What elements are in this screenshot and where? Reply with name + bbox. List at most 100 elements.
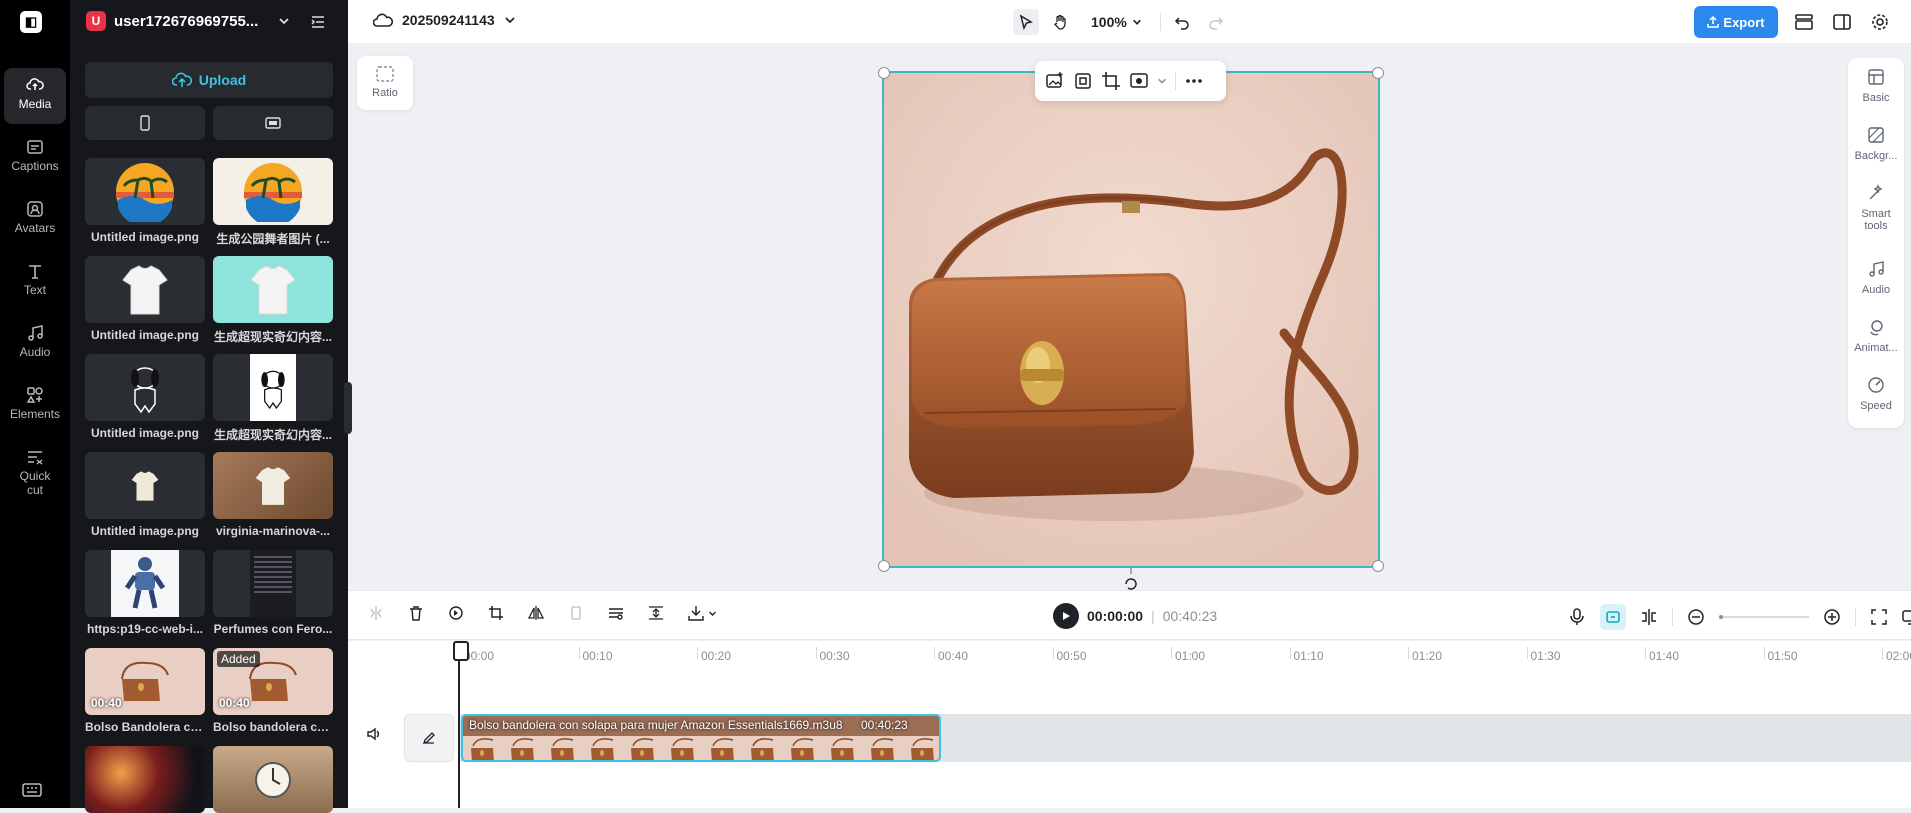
track-edit-button[interactable]: [404, 714, 454, 762]
media-thumbnail[interactable]: [85, 354, 205, 421]
track-mute-icon[interactable]: [366, 726, 382, 742]
panel-item-background[interactable]: Backgr...: [1848, 126, 1904, 162]
fit-frame-icon[interactable]: [1073, 71, 1093, 91]
zoom-slider-knob[interactable]: [1719, 615, 1723, 619]
media-item[interactable]: 生成公园舞者图片 (...: [213, 158, 333, 247]
media-item[interactable]: virginia-marinova-...: [213, 452, 333, 538]
rail-item-quick-cut[interactable]: Quick cut: [4, 440, 66, 497]
freeze-frame-icon[interactable]: [568, 605, 584, 621]
split-view-icon[interactable]: [1640, 608, 1658, 626]
media-thumbnail[interactable]: [85, 158, 205, 225]
resize-handle-bottom-left[interactable]: [878, 560, 890, 572]
playhead[interactable]: [453, 641, 469, 808]
microphone-icon[interactable]: [1568, 608, 1586, 626]
resize-handle-bottom-right[interactable]: [1372, 560, 1384, 572]
split-icon[interactable]: [368, 605, 384, 621]
rail-item-audio[interactable]: Audio: [4, 316, 66, 372]
undo-button[interactable]: [1169, 9, 1195, 35]
layers-icon[interactable]: [1794, 12, 1814, 32]
music-note-icon: [28, 325, 43, 341]
media-item[interactable]: 生成超现实奇幻内容...: [213, 354, 333, 443]
preview-canvas[interactable]: [882, 71, 1380, 568]
crop-icon[interactable]: [488, 605, 504, 621]
rail-item-text[interactable]: Text: [4, 254, 66, 310]
media-item[interactable]: Perfumes con Fero...: [213, 550, 333, 636]
ruler-label: 01:20: [1412, 649, 1443, 663]
flip-icon[interactable]: [528, 605, 544, 621]
upload-button[interactable]: Upload: [85, 62, 333, 98]
media-item[interactable]: Untitled image.png: [85, 256, 205, 342]
zoom-out-icon[interactable]: [1687, 608, 1705, 626]
media-item[interactable]: https:p19-cc-web-i...: [85, 550, 205, 636]
fullscreen-icon[interactable]: [1870, 608, 1888, 626]
capcut-logo[interactable]: ◧: [20, 11, 42, 33]
panel-collapse-icon[interactable]: [310, 14, 326, 30]
media-item[interactable]: Untitled image.png: [85, 354, 205, 440]
media-item[interactable]: 00:40 Added Bolso bandolera co...: [213, 648, 333, 734]
added-badge: Added: [217, 651, 260, 667]
preview-screen-icon[interactable]: [1902, 608, 1911, 626]
replace-image-icon[interactable]: [1045, 71, 1065, 91]
hand-tool-button[interactable]: [1047, 9, 1073, 35]
download-menu[interactable]: [688, 605, 717, 621]
media-item[interactable]: [213, 746, 333, 813]
rail-item-media[interactable]: Media: [4, 68, 66, 124]
media-thumbnail[interactable]: [213, 550, 333, 617]
timeline[interactable]: 00:00 00:10 00:20 00:30 00:40 00:50 01:00 01:10…: [348, 641, 1911, 808]
media-thumbnail[interactable]: 00:40 Added: [213, 648, 333, 715]
remove-background-icon[interactable]: [1129, 71, 1149, 91]
layout-panel-icon[interactable]: [1832, 12, 1852, 32]
media-thumbnail[interactable]: 00:40: [85, 648, 205, 715]
account-switcher[interactable]: U user172676969755...: [86, 10, 290, 32]
media-item[interactable]: Untitled image.png: [85, 158, 205, 244]
media-thumbnail[interactable]: [85, 550, 205, 617]
more-icon[interactable]: [1184, 71, 1204, 91]
zoom-slider[interactable]: [1719, 615, 1809, 619]
media-thumbnail[interactable]: [85, 452, 205, 519]
media-thumbnail[interactable]: [85, 256, 205, 323]
media-thumbnail[interactable]: [213, 746, 333, 813]
panel-item-basic[interactable]: Basic: [1848, 68, 1904, 104]
project-menu[interactable]: 202509241143: [373, 12, 516, 28]
zoom-in-icon[interactable]: [1823, 608, 1841, 626]
redo-button[interactable]: [1203, 9, 1229, 35]
select-tool-button[interactable]: [1013, 9, 1039, 35]
resize-handle-top-left[interactable]: [878, 67, 890, 79]
adjust-icon[interactable]: [608, 605, 624, 621]
media-thumbnail[interactable]: [213, 452, 333, 519]
media-caption: Bolso bandolera co...: [213, 720, 333, 734]
panel-item-animation[interactable]: Animat...: [1848, 318, 1904, 354]
loop-icon[interactable]: [448, 605, 464, 621]
ratio-button[interactable]: Ratio: [357, 56, 413, 110]
zoom-dropdown[interactable]: 100%: [1081, 14, 1152, 30]
rail-item-elements[interactable]: Elements: [4, 378, 66, 434]
panel-item-speed[interactable]: Speed: [1848, 376, 1904, 412]
media-thumbnail[interactable]: [85, 746, 205, 813]
rotate-handle-icon[interactable]: [1122, 568, 1140, 590]
rail-item-avatars[interactable]: Avatars: [4, 192, 66, 248]
media-thumbnail[interactable]: [213, 256, 333, 323]
magnet-snap-toggle[interactable]: [1600, 604, 1626, 630]
resize-handle-top-right[interactable]: [1372, 67, 1384, 79]
media-thumbnail[interactable]: [213, 158, 333, 225]
trash-icon[interactable]: [408, 605, 424, 621]
gear-icon[interactable]: [1870, 12, 1890, 32]
speed-ramp-icon[interactable]: [648, 605, 664, 621]
media-item[interactable]: 00:40 Bolso Bandolera co...: [85, 648, 205, 734]
play-button[interactable]: [1053, 603, 1079, 629]
media-item[interactable]: [85, 746, 205, 813]
crop-icon[interactable]: [1101, 71, 1121, 91]
video-clip[interactable]: Bolso bandolera con solapa para mujer Am…: [461, 714, 941, 762]
rail-item-captions[interactable]: Captions: [4, 130, 66, 186]
media-item[interactable]: Untitled image.png: [85, 452, 205, 538]
panel-item-music-note[interactable]: Audio: [1848, 260, 1904, 296]
filter-mobile-button[interactable]: [85, 106, 205, 140]
media-thumbnail[interactable]: [213, 354, 333, 421]
filter-desktop-button[interactable]: [213, 106, 333, 140]
export-button[interactable]: Export: [1694, 6, 1778, 38]
media-item[interactable]: 生成超现实奇幻内容...: [213, 256, 333, 345]
panel-resize-handle[interactable]: [344, 382, 352, 434]
panel-item-magic-wand[interactable]: Smart tools: [1848, 184, 1904, 232]
chevron-down-icon[interactable]: [1157, 76, 1167, 86]
keyboard-icon[interactable]: [22, 782, 42, 798]
